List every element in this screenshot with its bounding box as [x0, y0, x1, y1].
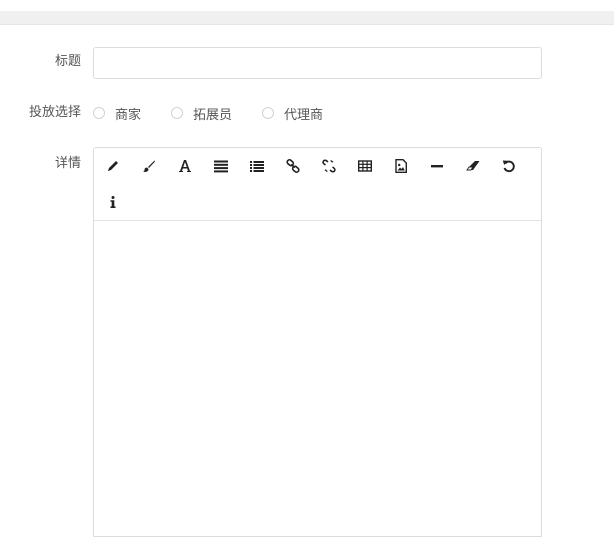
eraser-icon[interactable]: [459, 152, 487, 180]
horizontal-rule-icon[interactable]: [423, 152, 451, 180]
editor-toolbar: [94, 148, 541, 221]
undo-icon[interactable]: [495, 152, 523, 180]
radio-option-agent[interactable]: 代理商: [262, 104, 323, 123]
detail-label: 详情: [54, 156, 81, 171]
title-input[interactable]: [93, 47, 542, 79]
image-icon[interactable]: [387, 152, 415, 180]
list-icon[interactable]: [243, 152, 271, 180]
page-top: [0, 0, 614, 11]
radio-option-promoter[interactable]: 拓展员: [171, 104, 232, 123]
radio-label: 代理商: [284, 107, 324, 123]
header-strip: [0, 11, 614, 25]
target-label: 投放选择: [28, 105, 81, 120]
radio-label: 商家: [115, 107, 142, 123]
align-justify-icon[interactable]: [207, 152, 235, 180]
brush-icon[interactable]: [135, 152, 163, 180]
radio-label: 拓展员: [193, 107, 233, 123]
title-label: 标题: [54, 54, 81, 69]
table-icon[interactable]: [351, 152, 379, 180]
rich-text-editor: [93, 147, 542, 537]
radio-circle[interactable]: [171, 107, 184, 119]
link-icon[interactable]: [279, 152, 307, 180]
font-icon[interactable]: [171, 152, 199, 180]
info-icon[interactable]: [99, 188, 127, 216]
radio-circle[interactable]: [262, 107, 275, 119]
editor-content-area[interactable]: [94, 221, 541, 536]
target-radio-group: 商家 拓展员 代理商: [93, 104, 353, 123]
pencil-icon[interactable]: [99, 152, 127, 180]
radio-option-merchant[interactable]: 商家: [93, 104, 141, 123]
radio-circle[interactable]: [93, 107, 105, 119]
unlink-icon[interactable]: [315, 152, 343, 180]
